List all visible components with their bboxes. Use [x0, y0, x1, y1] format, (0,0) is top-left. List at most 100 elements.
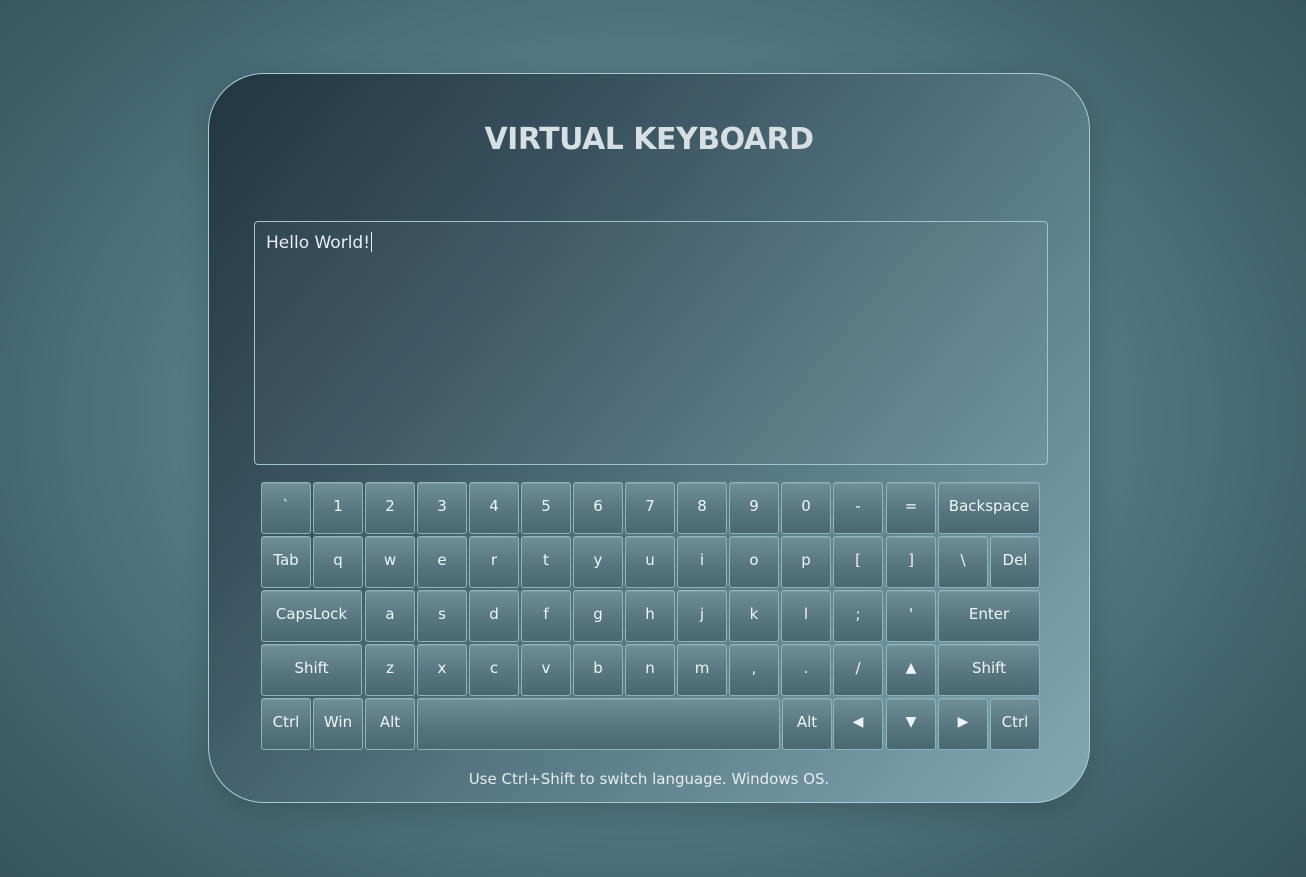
key-label: Ctrl: [272, 712, 300, 731]
arrow-up-icon: ▲: [905, 659, 917, 676]
key-open-bracket[interactable]: [: [833, 536, 883, 588]
key-label: -: [855, 496, 861, 515]
key-label: Del: [1002, 550, 1028, 569]
key-b[interactable]: b: [573, 644, 623, 696]
arrow-right-icon: ▶: [957, 713, 969, 730]
key-alt-left[interactable]: Alt: [365, 698, 415, 750]
key-label: Win: [323, 712, 353, 731]
key-label: Shift: [294, 658, 329, 677]
key-quote[interactable]: ': [886, 590, 936, 642]
key-label: u: [645, 550, 655, 569]
key-label: 6: [593, 496, 603, 515]
key-minus[interactable]: -: [833, 482, 883, 534]
key-period[interactable]: .: [781, 644, 831, 696]
key-label: 8: [697, 496, 707, 515]
page-title: VIRTUAL KEYBOARD: [484, 122, 814, 157]
key-8[interactable]: 8: [677, 482, 727, 534]
key-label: Ctrl: [1001, 712, 1029, 731]
key-r[interactable]: r: [469, 536, 519, 588]
key-comma[interactable]: ,: [729, 644, 779, 696]
key-arrow-down[interactable]: ▼: [886, 698, 936, 750]
key-label: 4: [489, 496, 499, 515]
key-x[interactable]: x: [417, 644, 467, 696]
key-2[interactable]: 2: [365, 482, 415, 534]
key-enter[interactable]: Enter: [938, 590, 1040, 642]
key-semicolon[interactable]: ;: [833, 590, 883, 642]
key-label: Shift: [971, 658, 1007, 677]
key-w[interactable]: w: [365, 536, 415, 588]
key-o[interactable]: o: [729, 536, 779, 588]
key-arrow-left[interactable]: ◀: [833, 698, 883, 750]
key-label: t: [543, 550, 549, 569]
key-backtick[interactable]: `: [261, 482, 311, 534]
key-arrow-up[interactable]: ▲: [886, 644, 936, 696]
key-i[interactable]: i: [677, 536, 727, 588]
key-u[interactable]: u: [625, 536, 675, 588]
key-z[interactable]: z: [365, 644, 415, 696]
key-del[interactable]: Del: [990, 536, 1040, 588]
key-3[interactable]: 3: [417, 482, 467, 534]
key-label: c: [489, 658, 499, 677]
key-label: q: [333, 550, 343, 569]
key-alt-right[interactable]: Alt: [782, 698, 832, 750]
key-shift-left[interactable]: Shift: [261, 644, 362, 696]
key-backspace[interactable]: Backspace: [938, 482, 1040, 534]
key-m[interactable]: m: [677, 644, 727, 696]
key-label: 1: [333, 496, 343, 515]
key-g[interactable]: g: [573, 590, 623, 642]
key-6[interactable]: 6: [573, 482, 623, 534]
key-q[interactable]: q: [313, 536, 363, 588]
key-7[interactable]: 7: [625, 482, 675, 534]
key-4[interactable]: 4: [469, 482, 519, 534]
key-label: ,: [751, 658, 757, 677]
key-space[interactable]: [417, 698, 780, 750]
key-label: z: [386, 658, 394, 677]
key-label: s: [438, 604, 446, 623]
key-close-bracket[interactable]: ]: [886, 536, 936, 588]
key-y[interactable]: y: [573, 536, 623, 588]
key-label: 3: [437, 496, 447, 515]
key-h[interactable]: h: [625, 590, 675, 642]
key-s[interactable]: s: [417, 590, 467, 642]
key-5[interactable]: 5: [521, 482, 571, 534]
key-slash[interactable]: /: [833, 644, 883, 696]
key-label: /: [855, 658, 861, 677]
key-label: m: [694, 658, 710, 677]
key-k[interactable]: k: [729, 590, 779, 642]
key-label: x: [437, 658, 447, 677]
key-d[interactable]: d: [469, 590, 519, 642]
key-0[interactable]: 0: [781, 482, 831, 534]
key-shift-right[interactable]: Shift: [938, 644, 1040, 696]
key-j[interactable]: j: [677, 590, 727, 642]
key-label: ': [908, 604, 914, 623]
key-f[interactable]: f: [521, 590, 571, 642]
key-label: o: [749, 550, 759, 569]
key-arrow-right[interactable]: ▶: [938, 698, 988, 750]
footer-hint: Use Ctrl+Shift to switch language. Windo…: [468, 770, 830, 788]
key-t[interactable]: t: [521, 536, 571, 588]
key-ctrl-right[interactable]: Ctrl: [990, 698, 1040, 750]
text-editor[interactable]: Hello World!: [254, 221, 1048, 465]
key-v[interactable]: v: [521, 644, 571, 696]
key-9[interactable]: 9: [729, 482, 779, 534]
key-label: ]: [908, 550, 914, 569]
key-win[interactable]: Win: [313, 698, 363, 750]
key-tab[interactable]: Tab: [261, 536, 311, 588]
key-a[interactable]: a: [365, 590, 415, 642]
key-capslock[interactable]: CapsLock: [261, 590, 362, 642]
key-ctrl-left[interactable]: Ctrl: [261, 698, 311, 750]
key-l[interactable]: l: [781, 590, 831, 642]
key-p[interactable]: p: [781, 536, 831, 588]
key-label: CapsLock: [275, 604, 348, 623]
key-c[interactable]: c: [469, 644, 519, 696]
key-backslash[interactable]: \: [938, 536, 988, 588]
key-label: d: [489, 604, 499, 623]
key-n[interactable]: n: [625, 644, 675, 696]
key-label: \: [960, 550, 966, 569]
editor-text: Hello World!: [266, 233, 371, 253]
key-label: h: [645, 604, 655, 623]
key-1[interactable]: 1: [313, 482, 363, 534]
key-e[interactable]: e: [417, 536, 467, 588]
key-equals[interactable]: =: [886, 482, 936, 534]
key-label: 0: [801, 496, 811, 515]
